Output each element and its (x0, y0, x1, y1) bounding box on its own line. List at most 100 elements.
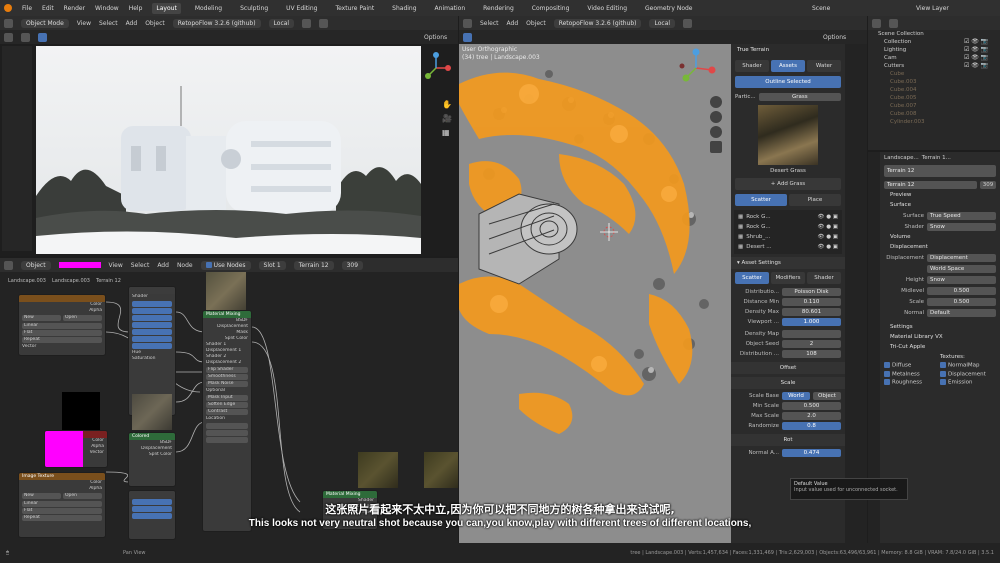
asset-row-4[interactable]: ▦ Desert ... 👁 ● ▣ (734, 242, 842, 252)
transform-orientation-dropdown[interactable]: Local (268, 18, 295, 28)
material-users-field[interactable]: 309 (980, 180, 996, 189)
material-dropdown[interactable]: Terrain 12 (293, 260, 334, 270)
distribution-dropdown[interactable]: Poisson Disk (782, 288, 841, 296)
asset-row-4-visibility-icon[interactable]: 👁 ● ▣ (818, 244, 838, 250)
normal-align-field[interactable]: 0.474 (782, 449, 841, 457)
node-e-soften-edge[interactable]: Soften Edge (206, 402, 248, 408)
node-view-menu[interactable]: View (109, 262, 123, 269)
workspace-tab-sculpting[interactable]: Sculpting (236, 3, 272, 14)
workspace-tab-shading[interactable]: Shading (388, 3, 420, 14)
scale-field[interactable]: 0.500 (927, 297, 996, 306)
workspace-tab-video-editing[interactable]: Video Editing (583, 3, 631, 14)
use-nodes-toggle[interactable]: Use Nodes (200, 260, 251, 270)
workspace-tab-modeling[interactable]: Modeling (191, 3, 226, 14)
displacement-field[interactable]: Displacement (927, 253, 996, 262)
menu-render[interactable]: Render (64, 5, 85, 12)
distance-min-field[interactable]: 0.110 (782, 298, 841, 306)
node-a-header[interactable] (19, 295, 105, 302)
workspace-tab-uv-editing[interactable]: UV Editing (282, 3, 321, 14)
node-g-header[interactable]: Colored (129, 433, 175, 440)
node-d-field-6[interactable] (132, 336, 172, 342)
perspective-grid-icon[interactable] (710, 141, 722, 153)
right-retopoflow-button[interactable]: RetopoFlow 3.2.6 (github) (553, 18, 642, 28)
node-e-displacement-2[interactable]: Displacement 2 (203, 360, 251, 366)
node-d-saturation[interactable]: Saturation (129, 356, 175, 362)
camera-view-icon[interactable] (710, 126, 722, 138)
node-d-field-7[interactable] (132, 343, 172, 349)
density-max-field[interactable]: 80.601 (782, 308, 841, 316)
menu-file[interactable]: File (22, 5, 32, 12)
settings-tab-scatter[interactable]: Scatter (735, 272, 769, 284)
displacement-space-dropdown[interactable]: World Space (927, 264, 996, 273)
node-h-header[interactable] (129, 491, 175, 498)
right-add-menu[interactable]: Add (507, 20, 519, 27)
node-a-interpolation[interactable]: Linear (22, 323, 102, 329)
overlay-icon[interactable] (21, 32, 30, 42)
check-roughness[interactable]: Roughness (884, 379, 940, 386)
node-d-field-5[interactable] (132, 329, 172, 335)
node-d-field-3[interactable] (132, 315, 172, 321)
object-menu[interactable]: Object (145, 20, 165, 27)
snap-icon[interactable] (302, 18, 312, 28)
check-emission[interactable]: Emission (940, 379, 996, 386)
height-field[interactable]: Snow (927, 275, 996, 284)
rotation-section[interactable]: Rot (731, 434, 845, 446)
node-e-loc-y[interactable] (206, 430, 248, 436)
asset-row-3-visibility-icon[interactable]: 👁 ● ▣ (818, 234, 838, 240)
workspace-tab-texture-paint[interactable]: Texture Paint (331, 3, 378, 14)
tab-place[interactable]: Place (789, 194, 841, 206)
material-slot-list[interactable]: Terrain 12 (884, 165, 996, 177)
node-a-extension[interactable]: Repeat (22, 337, 102, 343)
object-seed-field[interactable]: 2 (782, 340, 841, 348)
outliner-item-scene-collection[interactable]: Scene Collection (868, 30, 1000, 38)
workspace-tab-layout[interactable]: Layout (152, 2, 181, 14)
mode-dropdown[interactable]: Object Mode (21, 18, 69, 28)
scale-section[interactable]: Scale (731, 377, 845, 389)
node-e-mask-noise[interactable]: Mask Noise (206, 381, 248, 387)
outliner-filter-icon[interactable] (889, 18, 898, 28)
sidebar-tabs-strip[interactable] (845, 44, 867, 543)
node-select-menu[interactable]: Select (131, 262, 150, 269)
material-library-panel[interactable]: Material Library VX (880, 332, 1000, 342)
node-e-optional[interactable]: Optional (203, 388, 251, 394)
node-colored[interactable]: Colored BSDF Displacement Split Color (128, 432, 176, 487)
check-diffuse[interactable]: Diffuse (884, 362, 940, 369)
menu-help[interactable]: Help (129, 5, 143, 12)
node-e-flip-shader[interactable]: Flip Shader (206, 367, 248, 373)
surface-field[interactable]: True Speed (927, 211, 996, 220)
view-layer-selector[interactable]: View Layer (916, 5, 949, 12)
node-c-new-button[interactable]: New (22, 493, 61, 499)
menu-edit[interactable]: Edit (42, 5, 54, 12)
check-normalmap[interactable]: NormalMap (940, 362, 996, 369)
node-editor-type-icon[interactable] (4, 260, 13, 270)
workspace-tab-geometry-nodes[interactable]: Geometry Node (641, 3, 696, 14)
right-editor-type-icon[interactable] (463, 18, 472, 28)
outliner-type-icon[interactable] (872, 18, 881, 28)
outliner-item-cube[interactable]: Cube (868, 70, 1000, 78)
node-d-shader[interactable]: Shader (129, 294, 175, 300)
shader-type-dropdown[interactable]: Object (21, 260, 51, 270)
node-missing-texture[interactable]: Color Alpha Vector (44, 430, 108, 468)
max-scale-field[interactable]: 2.0 (782, 412, 841, 420)
slot-dropdown[interactable]: Slot 1 (258, 260, 286, 270)
material-users-count[interactable]: 309 (341, 260, 364, 270)
scale-base-object-button[interactable]: Object (813, 392, 841, 400)
shader-field[interactable]: Snow (927, 222, 996, 231)
density-map-field[interactable] (782, 330, 841, 338)
node-d-field-2[interactable] (132, 308, 172, 314)
add-grass-button[interactable]: + Add Grass (735, 178, 841, 190)
asset-settings-section[interactable]: ▾ Asset Settings (731, 257, 845, 269)
toggle-icon[interactable] (4, 32, 13, 42)
proportional-edit-icon[interactable] (319, 18, 329, 28)
node-material-mixing[interactable]: Material Mixing BSDF Displacement Mask S… (202, 310, 252, 532)
left-options-button[interactable]: Options (424, 34, 447, 41)
offset-section[interactable]: Offset (731, 362, 845, 374)
outliner-item-cube-003[interactable]: Cube.003 (868, 78, 1000, 86)
outliner-item-cube-007[interactable]: Cube.007 (868, 102, 1000, 110)
tri-cut-panel[interactable]: Tri-Cut Apple (880, 342, 1000, 352)
asset-row-2-visibility-icon[interactable]: 👁 ● ▣ (818, 224, 838, 230)
select-menu[interactable]: Select (99, 20, 118, 27)
node-a-projection[interactable]: Flat (22, 330, 102, 336)
viewport-display-field[interactable]: 1.000 (782, 318, 841, 326)
right-shading-icon[interactable] (463, 32, 472, 42)
